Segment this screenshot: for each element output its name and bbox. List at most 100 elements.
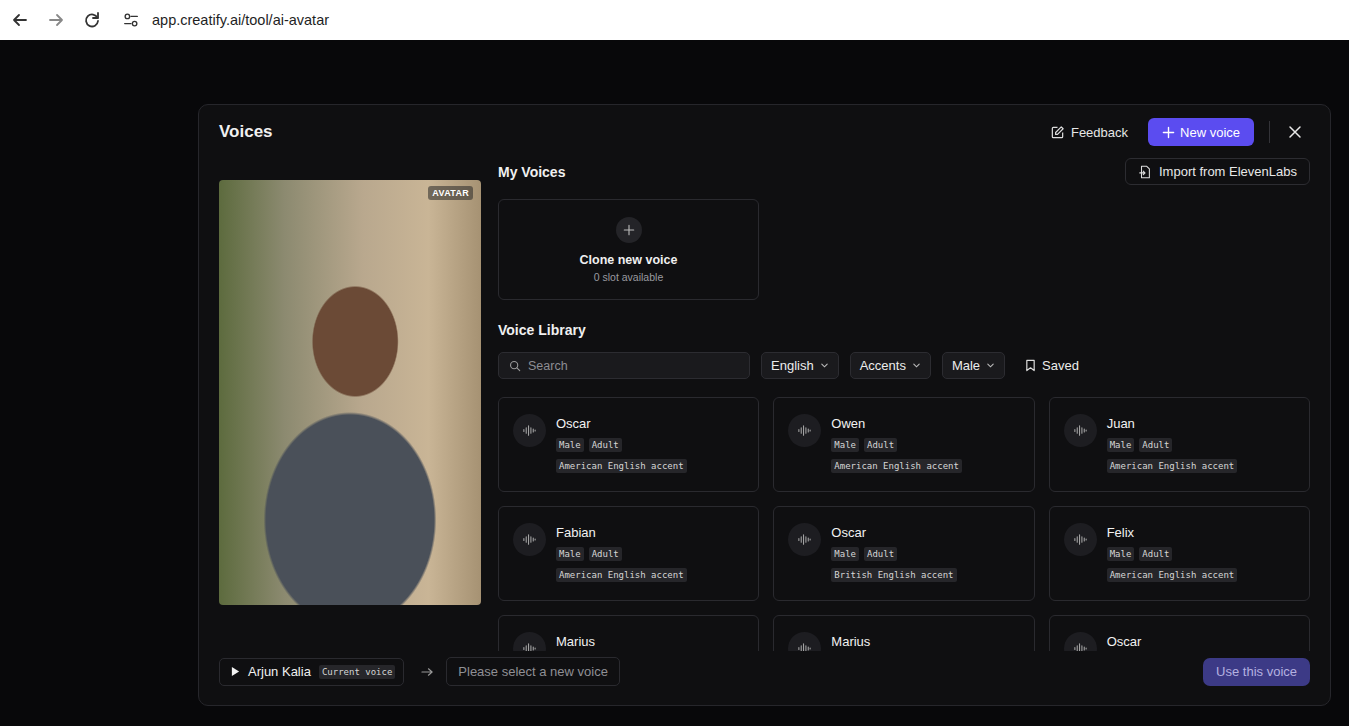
waveform-icon bbox=[1073, 641, 1088, 651]
bookmark-icon bbox=[1025, 359, 1036, 372]
waveform-icon[interactable] bbox=[513, 523, 546, 556]
accent-tag: American English accent bbox=[556, 568, 687, 582]
use-voice-button[interactable]: Use this voice bbox=[1203, 658, 1310, 686]
waveform-icon[interactable] bbox=[788, 632, 821, 651]
voice-info: Juan MaleAdult American English accent bbox=[1107, 414, 1238, 481]
voice-info: Marius bbox=[831, 632, 870, 651]
chevron-down-icon bbox=[820, 361, 829, 370]
reload-icon[interactable] bbox=[82, 10, 102, 30]
voice-card[interactable]: Fabian Male Adult American English accent bbox=[498, 506, 759, 601]
voice-card[interactable]: Felix Male Adult American English accent bbox=[1049, 506, 1310, 601]
voice-tag: Adult bbox=[1139, 547, 1172, 561]
waveform-icon[interactable] bbox=[1064, 632, 1097, 651]
voice-tag: Male bbox=[556, 547, 584, 561]
browser-bar: app.creatify.ai/tool/ai-avatar bbox=[0, 0, 1349, 40]
current-voice[interactable]: Arjun Kalia Current voice bbox=[219, 658, 404, 686]
waveform-icon bbox=[522, 641, 537, 651]
filter-dropdown[interactable]: Accents bbox=[850, 352, 931, 379]
filter-dropdown[interactable]: Male bbox=[942, 352, 1005, 379]
waveform-icon bbox=[522, 423, 537, 438]
play-icon bbox=[231, 666, 240, 677]
waveform-icon[interactable] bbox=[788, 414, 821, 447]
header-separator bbox=[1269, 121, 1270, 143]
voice-grid: Oscar MaleAdult American English accent … bbox=[498, 397, 1310, 651]
voice-tag: Adult bbox=[1139, 438, 1172, 452]
page: app.creatify.ai/tool/ai-avatar Voices Fe… bbox=[0, 0, 1349, 726]
feedback-button[interactable]: Feedback bbox=[1050, 121, 1128, 144]
waveform-icon bbox=[1073, 532, 1088, 547]
voice-list: Oscar MaleAdult American English accent … bbox=[498, 397, 1310, 651]
voice-name: Fabian bbox=[556, 525, 687, 540]
search-field[interactable]: Search bbox=[498, 352, 750, 379]
close-icon[interactable] bbox=[1288, 125, 1302, 139]
waveform-icon bbox=[522, 532, 537, 547]
plus-circle-icon bbox=[616, 217, 642, 243]
saved-filter[interactable]: Saved bbox=[1025, 355, 1079, 376]
edit-icon bbox=[1050, 125, 1065, 140]
filter-label: English bbox=[771, 358, 814, 373]
filter-label: Accents bbox=[860, 358, 906, 373]
address-bar[interactable]: app.creatify.ai/tool/ai-avatar bbox=[122, 11, 329, 29]
filter-label: Saved bbox=[1042, 358, 1079, 373]
waveform-icon[interactable] bbox=[513, 414, 546, 447]
accent-tag: American English accent bbox=[1107, 568, 1238, 582]
modal-title: Voices bbox=[219, 122, 273, 142]
voice-card[interactable]: Oscar MaleAdult American English accent bbox=[498, 397, 759, 492]
clone-title: Clone new voice bbox=[580, 253, 678, 267]
waveform-icon[interactable] bbox=[788, 523, 821, 556]
voice-accent-row: American English accent bbox=[1107, 459, 1238, 473]
waveform-icon[interactable] bbox=[1064, 414, 1097, 447]
voice-card[interactable]: Marius bbox=[498, 615, 759, 651]
feedback-label: Feedback bbox=[1071, 125, 1128, 140]
voice-name: Oscar bbox=[1107, 634, 1142, 649]
voice-card[interactable]: Marius bbox=[773, 615, 1034, 651]
waveform-icon[interactable] bbox=[1064, 523, 1097, 556]
url-text[interactable]: app.creatify.ai/tool/ai-avatar bbox=[152, 12, 329, 28]
accent-tag: British English accent bbox=[831, 568, 956, 582]
voice-tags: MaleAdult bbox=[831, 547, 956, 561]
voice-tag: Male bbox=[1107, 547, 1135, 561]
voice-library-heading: Voice Library bbox=[498, 322, 1310, 338]
voice-info: Fabian Male Adult American English accent bbox=[556, 523, 687, 590]
new-voice-label: New voice bbox=[1180, 125, 1240, 140]
voice-tags: Male Adult bbox=[1107, 547, 1238, 561]
chevron-down-icon bbox=[912, 361, 921, 370]
plus-icon bbox=[623, 224, 635, 236]
voice-tags: Male Adult bbox=[1107, 438, 1238, 452]
voice-tags: Male Adult bbox=[556, 547, 687, 561]
modal-header: Voices Feedback New voice bbox=[219, 105, 1310, 158]
my-voices-heading: My Voices bbox=[498, 164, 565, 180]
current-voice-name: Arjun Kalia bbox=[248, 664, 311, 679]
voice-info: Felix Male Adult American English accent bbox=[1107, 523, 1238, 590]
import-label: Import from ElevenLabs bbox=[1159, 164, 1297, 179]
voice-accent-row: American English accent bbox=[1107, 568, 1238, 582]
clone-voice-card[interactable]: Clone new voice 0 slot available bbox=[498, 199, 759, 300]
voice-tags: MaleAdult bbox=[831, 438, 962, 452]
waveform-icon bbox=[1073, 423, 1088, 438]
chevron-down-icon bbox=[986, 361, 995, 370]
site-settings-icon[interactable] bbox=[122, 11, 140, 29]
filter-dropdown[interactable]: English bbox=[761, 352, 839, 379]
voice-accent-row: British English accent bbox=[831, 568, 956, 582]
voice-card[interactable]: Owen MaleAdult American English accent bbox=[773, 397, 1034, 492]
voice-tag: Male bbox=[556, 438, 584, 452]
voice-name: Owen bbox=[831, 416, 962, 431]
voice-card[interactable]: Oscar MaleAdult British English accent bbox=[773, 506, 1034, 601]
voices-panel: My Voices Import from ElevenLabs Clone n… bbox=[498, 158, 1310, 657]
waveform-icon[interactable] bbox=[513, 632, 546, 651]
import-button[interactable]: Import from ElevenLabs bbox=[1125, 158, 1310, 185]
voice-card[interactable]: Juan MaleAdult American English accent bbox=[1049, 397, 1310, 492]
current-voice-badge: Current voice bbox=[319, 665, 395, 679]
voice-card[interactable]: Oscar bbox=[1049, 615, 1310, 651]
back-arrow-icon[interactable] bbox=[10, 10, 30, 30]
import-icon bbox=[1138, 165, 1152, 179]
voice-name: Marius bbox=[556, 634, 595, 649]
voice-info: Owen MaleAdult American English accent bbox=[831, 414, 962, 481]
voice-tag: Adult bbox=[589, 547, 622, 561]
filter-label: Male bbox=[952, 358, 980, 373]
voice-tag: Male bbox=[1107, 438, 1135, 452]
my-voices-header: My Voices Import from ElevenLabs bbox=[498, 158, 1310, 185]
forward-arrow-icon[interactable] bbox=[46, 10, 66, 30]
new-voice-button[interactable]: New voice bbox=[1148, 118, 1254, 146]
voice-name: Felix bbox=[1107, 525, 1238, 540]
